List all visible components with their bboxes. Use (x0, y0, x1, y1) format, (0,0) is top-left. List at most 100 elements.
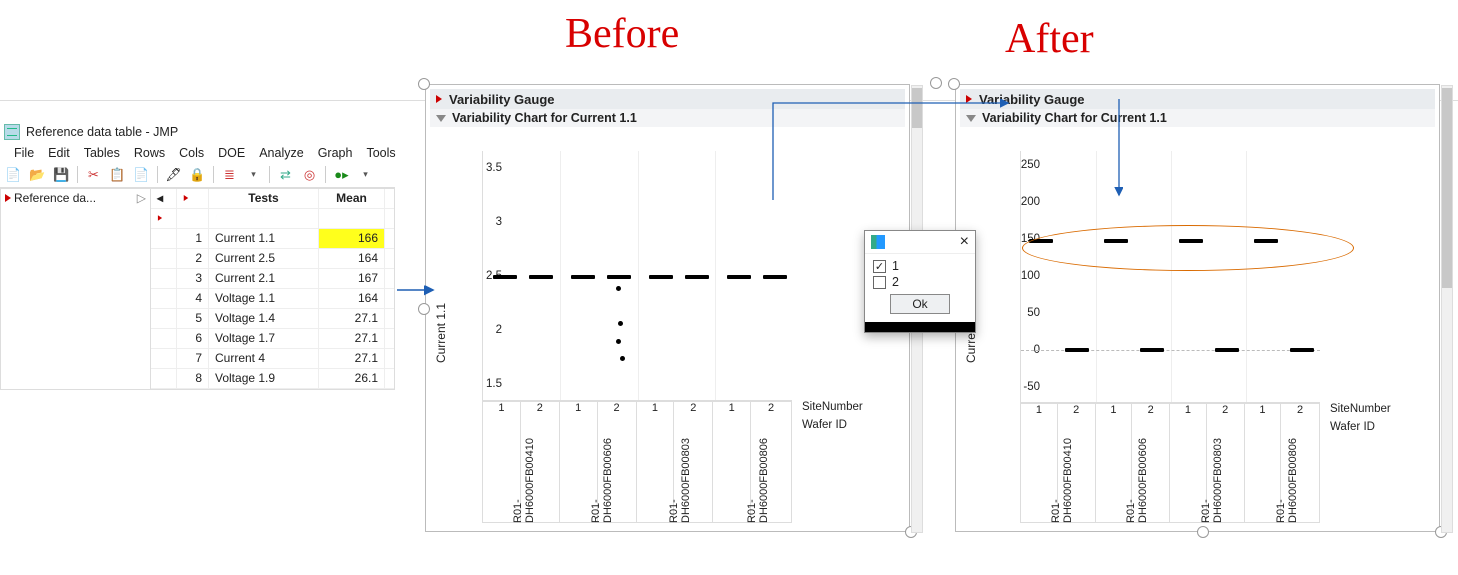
table-row[interactable]: 5 Voltage 1.4 27.1 (151, 309, 394, 329)
col-mean[interactable]: Mean (319, 189, 385, 208)
data-grid: ◂ Tests Mean 1 Current 1.1 166 2 Current… (151, 189, 394, 389)
separator (269, 166, 270, 183)
cell-mean[interactable]: 26.1 (319, 369, 385, 388)
red-triangle-icon[interactable] (436, 95, 442, 103)
after-chart[interactable]: Current 1.1 250 200 150 100 50 0 -50 (962, 133, 1433, 523)
toolbar: 📄 📂 💾 ✂ 📋 📄 🖋 🔒 ≣ ▾ ⇄ ◎ ●▸ ▾ (0, 162, 395, 188)
target-icon[interactable]: ◎ (301, 166, 318, 183)
ellipse-annotation (1022, 225, 1354, 271)
wafer-id-label: R01-DH6000FB00606 (1125, 430, 1149, 523)
cell-mean[interactable]: 27.1 (319, 309, 385, 328)
table-row[interactable]: 6 Voltage 1.7 27.1 (151, 329, 394, 349)
cell-test[interactable]: Current 1.1 (209, 229, 319, 248)
ok-button[interactable]: Ok (890, 294, 950, 314)
wafer-id-label: R01-DH6000FB00410 (512, 428, 536, 523)
menu-tools[interactable]: Tools (366, 146, 395, 160)
table-row[interactable]: 4 Voltage 1.1 164 (151, 289, 394, 309)
menu-edit[interactable]: Edit (48, 146, 70, 160)
menu-cols[interactable]: Cols (179, 146, 204, 160)
plot-area[interactable] (1020, 151, 1320, 403)
resize-grip[interactable] (418, 78, 430, 90)
chart-title[interactable]: Variability Chart for Current 1.1 (960, 109, 1435, 127)
resize-grip[interactable] (948, 78, 960, 90)
grid-header: ◂ Tests Mean (151, 189, 394, 209)
new-icon[interactable]: 📄 (5, 166, 22, 183)
cell-test[interactable]: Current 4 (209, 349, 319, 368)
cell-test[interactable]: Current 2.1 (209, 269, 319, 288)
menu-graph[interactable]: Graph (318, 146, 353, 160)
tool1-icon[interactable]: 🖋 (165, 166, 182, 183)
nav-label: Reference da... (14, 191, 96, 205)
resize-grip[interactable] (1197, 526, 1209, 538)
cell-test[interactable]: Voltage 1.1 (209, 289, 319, 308)
row-num: 1 (177, 229, 209, 248)
plot-area[interactable] (482, 151, 792, 401)
disclosure-icon[interactable] (436, 115, 446, 122)
chevron-down-icon[interactable]: ▾ (245, 166, 262, 183)
close-icon[interactable]: × (960, 236, 969, 248)
table-row[interactable]: 1 Current 1.1 166 (151, 229, 394, 249)
x-wafer-label: Wafer ID (802, 419, 847, 431)
cell-mean[interactable]: 167 (319, 269, 385, 288)
wafer-id-label: R01-DH6000FB00606 (590, 428, 614, 523)
menu-file[interactable]: File (14, 146, 34, 160)
copy-icon[interactable]: 📋 (109, 166, 126, 183)
x-site-label: SiteNumber (1330, 403, 1391, 415)
paste-icon[interactable]: 📄 (133, 166, 150, 183)
nav-table-item[interactable]: Reference da... ▷ (1, 189, 150, 207)
rownum-header (177, 189, 209, 208)
panel-title-text: Variability Gauge (449, 92, 555, 107)
panel-title[interactable]: Variability Gauge (960, 89, 1435, 109)
swap-icon[interactable]: ⇄ (277, 166, 294, 183)
red-triangle-icon[interactable] (158, 215, 162, 221)
dialog-body: ✓ 1 2 Ok (865, 254, 975, 322)
cell-mean[interactable]: 164 (319, 249, 385, 268)
checkbox-checked-icon[interactable]: ✓ (873, 260, 886, 273)
lock-icon[interactable]: 🔒 (189, 166, 206, 183)
dialog-shadow (865, 322, 975, 332)
table-row[interactable]: 8 Voltage 1.9 26.1 (151, 369, 394, 389)
cell-test[interactable]: Voltage 1.9 (209, 369, 319, 388)
cell-mean[interactable]: 164 (319, 289, 385, 308)
play-icon[interactable]: ▷ (137, 191, 146, 205)
menu-tables[interactable]: Tables (84, 146, 120, 160)
menu-analyze[interactable]: Analyze (259, 146, 303, 160)
chevron-down-icon[interactable]: ▾ (357, 166, 374, 183)
separator (325, 166, 326, 183)
save-icon[interactable]: 💾 (53, 166, 70, 183)
checkbox-row-2[interactable]: 2 (873, 274, 967, 290)
row-num: 5 (177, 309, 209, 328)
arrow-annotation (1110, 97, 1130, 202)
table-row[interactable]: 2 Current 2.5 164 (151, 249, 394, 269)
red-triangle-icon[interactable] (5, 194, 11, 202)
resize-grip[interactable] (930, 77, 942, 89)
cell-test[interactable]: Current 2.5 (209, 249, 319, 268)
separator (157, 166, 158, 183)
sel-all-cell[interactable] (151, 209, 177, 228)
cut-icon[interactable]: ✂ (85, 166, 102, 183)
menu-doe[interactable]: DOE (218, 146, 245, 160)
menu-rows[interactable]: Rows (134, 146, 165, 160)
corner-cell[interactable]: ◂ (151, 189, 177, 208)
table-row[interactable]: 3 Current 2.1 167 (151, 269, 394, 289)
red-triangle-icon[interactable] (184, 195, 189, 201)
table-row[interactable]: 7 Current 4 27.1 (151, 349, 394, 369)
resize-grip[interactable] (418, 303, 430, 315)
col-tests[interactable]: Tests (209, 189, 319, 208)
cell-test[interactable]: Voltage 1.7 (209, 329, 319, 348)
separator (213, 166, 214, 183)
open-icon[interactable]: 📂 (29, 166, 46, 183)
checkbox-row-1[interactable]: ✓ 1 (873, 258, 967, 274)
wafer-id-label: R01-DH6000FB00803 (1200, 430, 1224, 523)
cell-mean[interactable]: 27.1 (319, 329, 385, 348)
app-icon (4, 124, 20, 140)
cell-mean[interactable]: 27.1 (319, 349, 385, 368)
y-axis-label: Current 1.1 (434, 303, 448, 363)
scrollbar[interactable] (1441, 85, 1453, 533)
checkbox-unchecked-icon[interactable] (873, 276, 886, 289)
cell-test[interactable]: Voltage 1.4 (209, 309, 319, 328)
run-icon[interactable]: ●▸ (333, 166, 350, 183)
row-num: 8 (177, 369, 209, 388)
cell-mean-highlighted[interactable]: 166 (319, 229, 385, 248)
list-icon[interactable]: ≣ (221, 166, 238, 183)
